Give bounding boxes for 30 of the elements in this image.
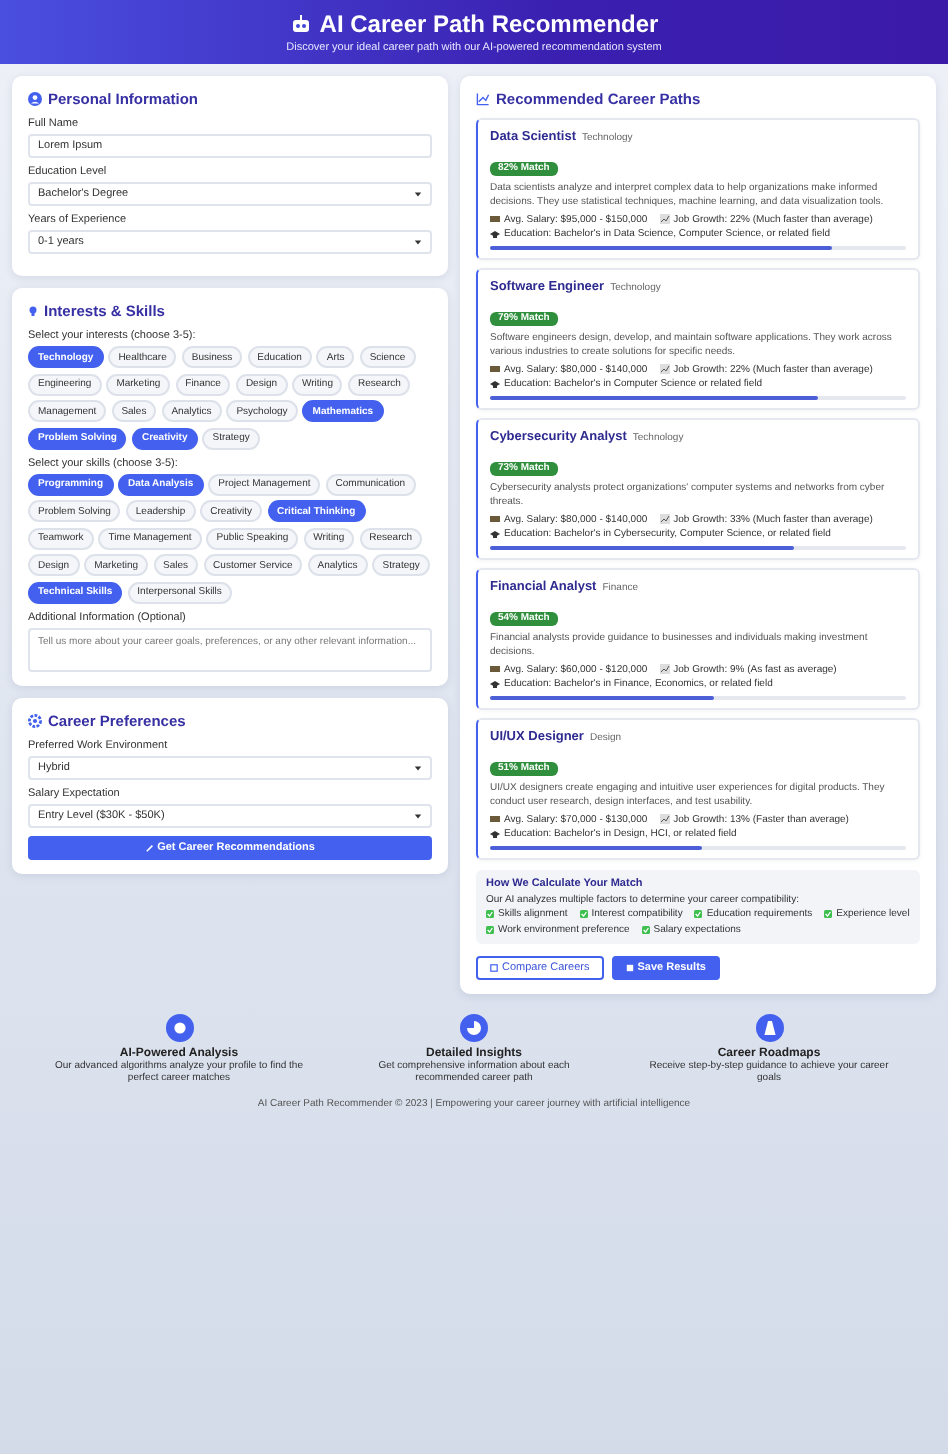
check-icon: [579, 910, 588, 918]
wand-icon: [145, 843, 154, 851]
robot-icon: [289, 14, 312, 34]
check-icon: [824, 910, 833, 918]
compare-icon: [490, 963, 498, 971]
check-icon: [694, 910, 703, 918]
chart-icon: [659, 814, 670, 824]
caret-icon: [414, 190, 422, 198]
user-icon: [28, 92, 42, 106]
chart-icon: [659, 214, 670, 224]
chart-icon: [659, 664, 670, 674]
chart-icon: [476, 92, 490, 106]
check-icon: [486, 910, 494, 918]
app-title: AI Career Path Recommender: [319, 10, 659, 38]
graduation-cap-icon: [490, 229, 500, 239]
lightbulb-icon: [28, 304, 38, 318]
check-icon: [486, 925, 494, 933]
save-icon: [625, 963, 634, 971]
check-icon: [641, 925, 650, 933]
caret-icon: [414, 811, 422, 819]
caret-icon: [414, 763, 422, 771]
graduation-cap-icon: [490, 829, 500, 839]
gear-icon: [28, 713, 42, 727]
caret-icon: [414, 238, 422, 246]
chart-pie-icon: [460, 1013, 488, 1041]
graduation-cap-icon: [490, 379, 500, 389]
graduation-cap-icon: [490, 529, 500, 539]
chart-icon: [659, 364, 670, 374]
graduation-cap-icon: [490, 679, 500, 689]
chart-icon: [659, 514, 670, 524]
